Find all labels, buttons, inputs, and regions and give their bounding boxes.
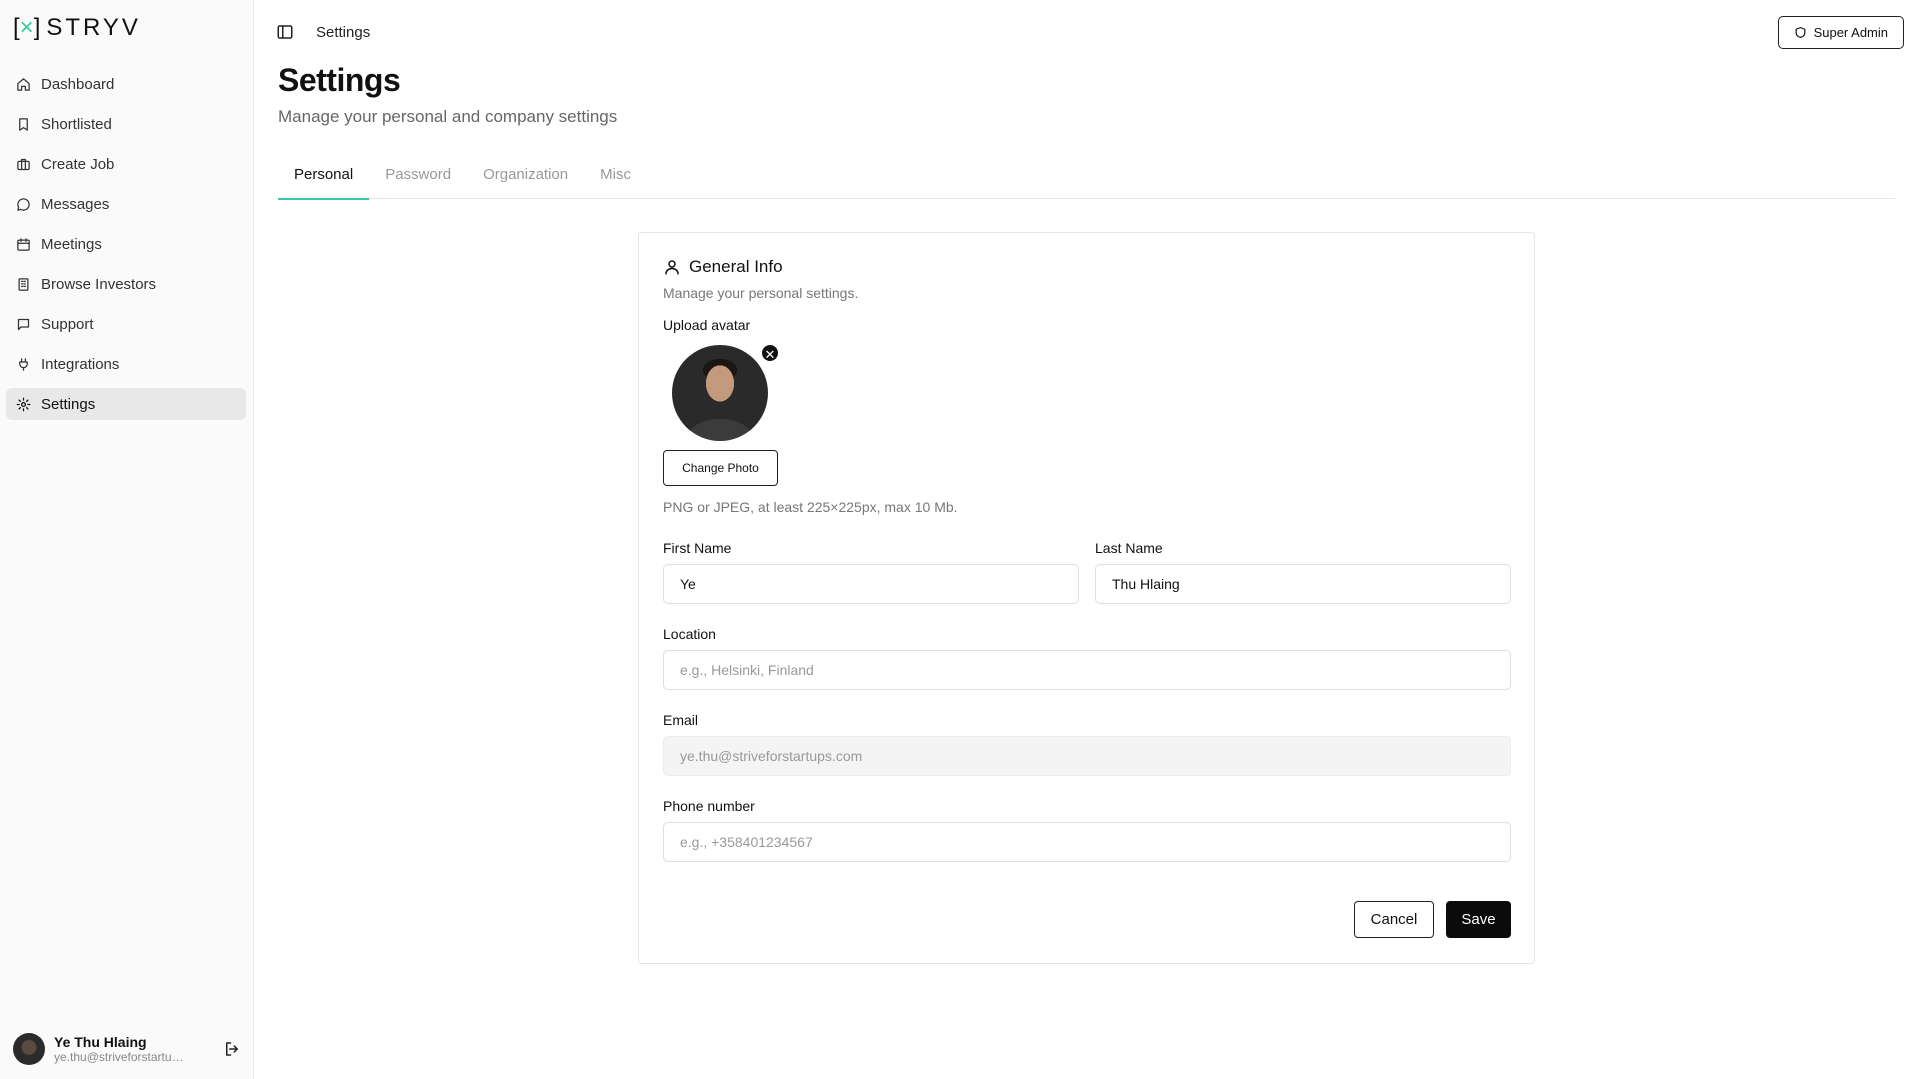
super-admin-button[interactable]: Super Admin xyxy=(1777,16,1904,49)
sidebar-nav: Dashboard Shortlisted Create Job Message… xyxy=(6,68,246,428)
card-header: General Info xyxy=(663,257,783,277)
logo-mark: [×] xyxy=(13,14,41,41)
tab-personal[interactable]: Personal xyxy=(278,157,370,200)
phone-label: Phone number xyxy=(663,798,755,814)
location-label: Location xyxy=(663,626,716,642)
message-circle-icon xyxy=(17,197,30,211)
avatar-hint: PNG or JPEG, at least 225×225px, max 10 … xyxy=(663,499,958,515)
user-profile: Ye Thu Hlaing ye.thu@striveforstartups.c… xyxy=(13,1033,241,1065)
calendar-icon xyxy=(17,237,30,251)
avatar-preview: ✕ xyxy=(672,343,780,443)
sidebar-item-label: Dashboard xyxy=(41,75,115,93)
sidebar-item-label: Shortlisted xyxy=(41,115,112,133)
sidebar-item-label: Integrations xyxy=(41,355,120,373)
message-square-icon xyxy=(17,318,30,330)
sidebar-toggle-icon[interactable] xyxy=(276,23,294,41)
app-root: [×] STRYV Dashboard Shortlisted Create J… xyxy=(0,0,1917,1079)
plug-icon xyxy=(19,357,28,371)
home-icon xyxy=(17,77,30,91)
last-name-label: Last Name xyxy=(1095,540,1163,556)
user-name: Ye Thu Hlaing xyxy=(54,1034,147,1050)
sidebar-item-label: Messages xyxy=(41,195,110,213)
briefcase-icon xyxy=(17,158,30,170)
sidebar-item-messages[interactable]: Messages xyxy=(6,188,246,220)
cancel-button[interactable]: Cancel xyxy=(1354,901,1434,938)
logout-icon[interactable] xyxy=(223,1040,241,1058)
sidebar-item-label: Create Job xyxy=(41,155,115,173)
sidebar: [×] STRYV Dashboard Shortlisted Create J… xyxy=(0,0,254,1079)
tab-password[interactable]: Password xyxy=(369,157,467,199)
sidebar-item-label: Browse Investors xyxy=(41,275,157,293)
avatar[interactable] xyxy=(13,1033,45,1065)
avatar xyxy=(672,345,768,441)
sidebar-item-shortlisted[interactable]: Shortlisted xyxy=(6,108,246,140)
location-field[interactable] xyxy=(663,650,1511,690)
tab-misc[interactable]: Misc xyxy=(584,157,647,199)
sidebar-item-support[interactable]: Support xyxy=(6,308,246,340)
change-photo-button[interactable]: Change Photo xyxy=(663,450,778,486)
sidebar-item-create-job[interactable]: Create Job xyxy=(6,148,246,180)
settings-tabs: Personal Password Organization Misc xyxy=(278,157,1895,200)
sidebar-item-dashboard[interactable]: Dashboard xyxy=(6,68,246,100)
card-title: General Info xyxy=(689,257,783,276)
last-name-field[interactable] xyxy=(1095,564,1511,604)
first-name-label: First Name xyxy=(663,540,732,556)
breadcrumb: Settings xyxy=(316,23,371,41)
user-email: ye.thu@striveforstartups.com xyxy=(54,1050,189,1064)
page-subtitle: Manage your personal and company setting… xyxy=(278,107,618,126)
sidebar-item-label: Meetings xyxy=(41,235,102,253)
super-admin-label: Super Admin xyxy=(1813,25,1888,40)
user-info: Ye Thu Hlaing ye.thu@striveforstartups.c… xyxy=(54,1034,214,1064)
card-subtitle: Manage your personal settings. xyxy=(663,285,859,301)
remove-avatar-icon[interactable]: ✕ xyxy=(760,343,780,363)
page-title: Settings xyxy=(278,62,401,98)
email-field xyxy=(663,736,1511,776)
sidebar-item-settings[interactable]: Settings xyxy=(6,388,246,420)
topbar: Settings Super Admin xyxy=(276,16,1905,49)
gear-icon xyxy=(16,397,31,411)
main-content: Settings Super Admin Settings Manage you… xyxy=(254,0,1917,1079)
sidebar-item-label: Settings xyxy=(41,395,96,413)
shield-icon xyxy=(1795,27,1805,38)
logo[interactable]: [×] STRYV xyxy=(13,14,141,42)
bookmark-icon xyxy=(19,117,28,131)
phone-field[interactable] xyxy=(663,822,1511,862)
first-name-field[interactable] xyxy=(663,564,1079,604)
sidebar-item-integrations[interactable]: Integrations xyxy=(6,348,246,380)
sidebar-item-label: Support xyxy=(41,315,94,333)
general-info-card: General Info Manage your personal settin… xyxy=(638,232,1535,964)
sidebar-item-meetings[interactable]: Meetings xyxy=(6,228,246,260)
email-label: Email xyxy=(663,712,699,728)
upload-avatar-label: Upload avatar xyxy=(663,317,751,333)
save-button[interactable]: Save xyxy=(1446,901,1511,938)
sidebar-item-browse-investors[interactable]: Browse Investors xyxy=(6,268,246,300)
building-icon xyxy=(18,277,29,291)
user-icon xyxy=(665,260,679,275)
logo-text: STRYV xyxy=(46,14,141,41)
tab-organization[interactable]: Organization xyxy=(467,157,584,199)
